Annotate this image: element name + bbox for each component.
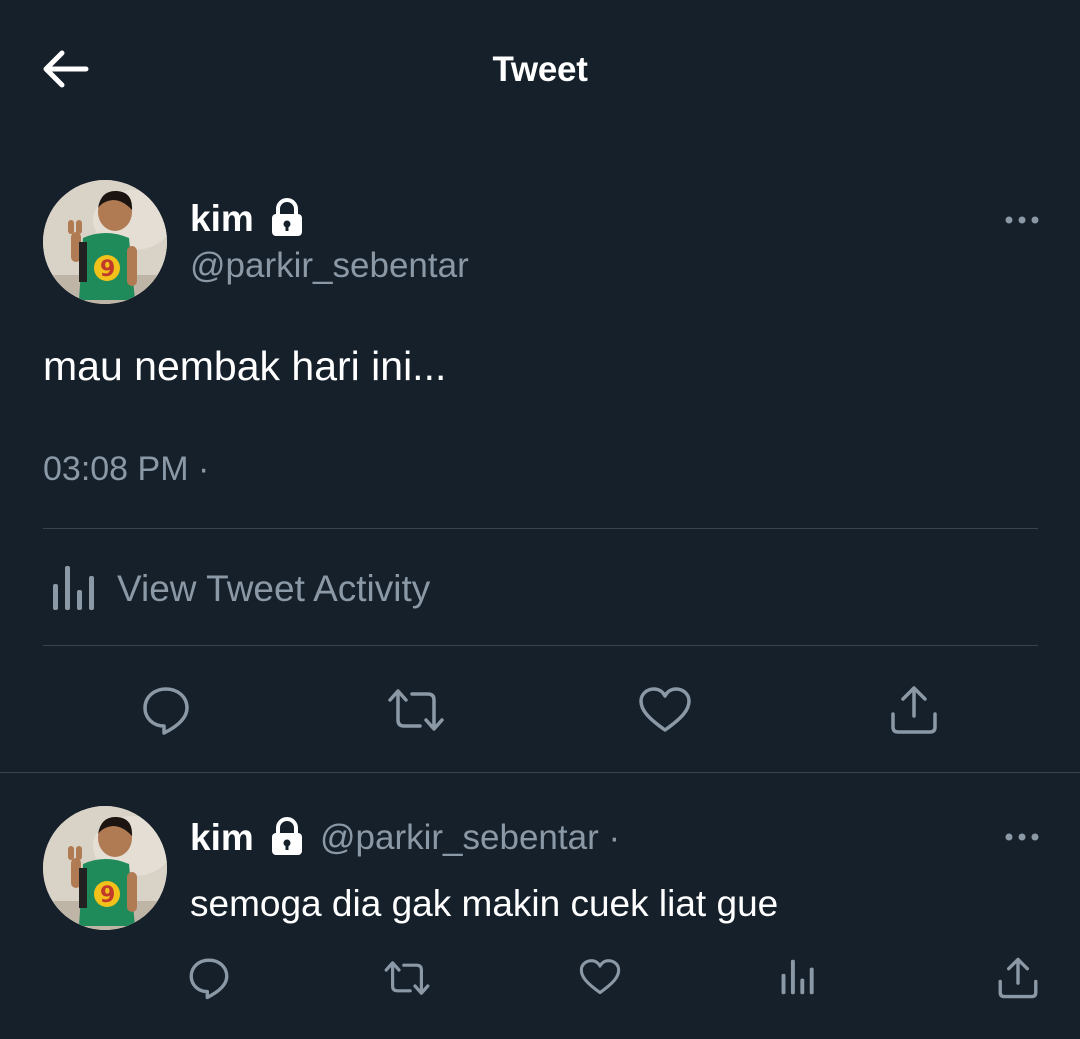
reply-activity-button[interactable] xyxy=(780,958,816,1001)
heart-icon xyxy=(579,959,621,995)
divider xyxy=(43,645,1038,646)
tweet-text: mau nembak hari ini... xyxy=(43,343,447,389)
more-horizontal-icon[interactable] xyxy=(1004,214,1040,226)
reply-share-button[interactable] xyxy=(996,956,1040,1005)
svg-text:9: 9 xyxy=(100,257,115,282)
bar-chart-icon xyxy=(781,959,814,995)
speech-bubble-icon xyxy=(143,687,189,735)
tweet-timestamp: 03:08 PM · xyxy=(43,450,210,488)
reply-retweet-button[interactable] xyxy=(383,958,431,1003)
share-button[interactable] xyxy=(888,684,940,741)
reply-like-button[interactable] xyxy=(579,958,621,1001)
reply-avatar[interactable]: 9 xyxy=(43,806,167,930)
like-button[interactable] xyxy=(638,686,692,739)
more-horizontal-icon[interactable] xyxy=(1004,831,1040,843)
page-title: Tweet xyxy=(492,50,588,89)
avatar[interactable]: 9 xyxy=(43,180,167,304)
lock-icon xyxy=(272,817,302,855)
tweet-detail-page: Tweet 9 kim @parkir_sebentar mau nembak … xyxy=(0,0,1080,1039)
divider xyxy=(0,772,1080,773)
view-tweet-activity-label: View Tweet Activity xyxy=(117,568,431,609)
author-name[interactable]: kim xyxy=(190,198,254,240)
avatar-photo: 9 xyxy=(43,806,167,930)
reply-reply-button[interactable] xyxy=(187,956,231,1005)
divider xyxy=(43,528,1038,529)
heart-icon xyxy=(639,687,691,732)
top-bar: Tweet xyxy=(0,0,1080,140)
lock-icon xyxy=(272,198,302,236)
retweet-icon xyxy=(384,961,430,995)
svg-text:9: 9 xyxy=(100,883,115,908)
share-icon xyxy=(891,686,937,734)
avatar-photo: 9 xyxy=(43,180,167,304)
speech-bubble-icon xyxy=(189,958,229,1000)
author-handle[interactable]: @parkir_sebentar xyxy=(190,246,469,286)
view-tweet-activity-button[interactable]: View Tweet Activity xyxy=(43,560,643,620)
reply-button[interactable] xyxy=(140,684,192,741)
reply-tweet-text: semoga dia gak makin cuek liat gue xyxy=(190,883,779,924)
share-icon xyxy=(998,957,1038,999)
reply-author-name[interactable]: kim xyxy=(190,817,254,859)
bar-chart-icon xyxy=(53,566,94,610)
reply-author-handle[interactable]: @parkir_sebentar · xyxy=(320,818,620,858)
retweet-button[interactable] xyxy=(386,686,446,739)
retweet-icon xyxy=(388,689,444,731)
